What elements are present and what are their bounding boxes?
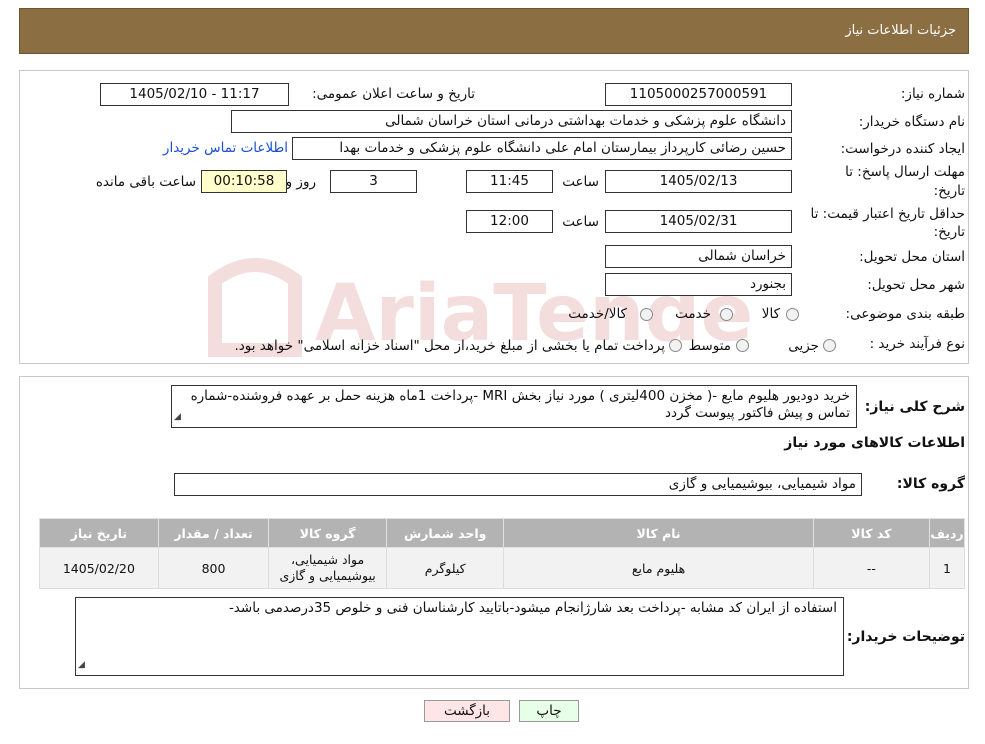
buyer-notes-textarea[interactable]: استفاده از ایران کد مشابه -پرداخت بعد شا…	[75, 597, 844, 676]
validity-label: حداقل تاریخ اعتبار قیمت: تا	[810, 206, 965, 222]
reply-time-field: 11:45	[466, 170, 553, 193]
resize-grip-icon[interactable]: ◢	[174, 409, 181, 426]
reply-time-label: ساعت	[562, 174, 599, 190]
category-radio-service[interactable]	[720, 308, 733, 321]
province-label: استان محل تحویل:	[859, 249, 965, 265]
item-group-label: گروه کالا:	[896, 476, 965, 492]
cell-item-group: مواد شیمیایی، بیوشیمیایی و گازی	[268, 547, 387, 589]
description-textarea[interactable]: خرید دودیور هلیوم مایع -( مخزن 400لیتری …	[171, 385, 857, 428]
validity-time-field: 12:00	[466, 210, 553, 233]
remaining-time-field: 00:10:58	[201, 170, 287, 193]
purchase-radio-treasury[interactable]	[669, 339, 682, 352]
cell-item-name: هلیوم مایع	[503, 547, 814, 589]
item-group-field: مواد شیمیایی، بیوشیمیایی و گازی	[174, 473, 862, 496]
category-option-goods-service: کالا/خدمت	[568, 306, 627, 322]
purchase-type-label: نوع فرآیند خرید :	[869, 336, 965, 352]
header-item-code: کد کالا	[812, 518, 931, 548]
table-header-row: ردیف کد کالا نام کالا واحد شمارش گروه کا…	[39, 518, 965, 548]
cell-need-date: 1405/02/20	[39, 547, 159, 589]
category-radio-goods[interactable]	[786, 308, 799, 321]
cell-item-code: --	[812, 547, 931, 589]
purchase-radio-medium[interactable]	[736, 339, 749, 352]
reply-deadline-label-2: تاریخ:	[933, 183, 965, 199]
validity-date-field: 1405/02/31	[605, 210, 792, 233]
buyer-notes-text: استفاده از ایران کد مشابه -پرداخت بعد شا…	[228, 600, 837, 616]
province-field: خراسان شمالی	[605, 245, 792, 268]
days-label: روز و	[285, 174, 316, 190]
buyer-org-field: دانشگاه علوم پزشکی و خدمات بهداشتی درمان…	[231, 110, 792, 133]
header-unit: واحد شمارش	[385, 518, 505, 548]
remaining-label: ساعت باقی مانده	[95, 174, 196, 190]
category-option-goods: کالا	[761, 306, 780, 322]
announce-datetime-field: 1405/02/10 - 11:17	[100, 83, 289, 106]
category-radio-goods-service[interactable]	[640, 308, 653, 321]
validity-label-2: تاریخ:	[933, 224, 965, 240]
purchase-option-medium: متوسط	[688, 338, 731, 354]
cell-unit: کیلوگرم	[385, 547, 505, 589]
category-label: طبقه بندی موضوعی:	[845, 306, 965, 322]
buyer-org-label: نام دستگاه خریدار:	[858, 114, 965, 130]
cell-row-number: 1	[929, 547, 965, 589]
header-item-name: نام کالا	[503, 518, 814, 548]
table-row: 1 -- هلیوم مایع کیلوگرم مواد شیمیایی، بی…	[39, 547, 965, 589]
header-item-group: گروه کالا	[268, 518, 387, 548]
creator-label: ایجاد کننده درخواست:	[840, 141, 965, 157]
items-section-title: اطلاعات کالاهای مورد نیاز	[784, 435, 965, 451]
need-number-field: 1105000257000591	[605, 83, 792, 106]
description-text: خرید دودیور هلیوم مایع -( مخزن 400لیتری …	[190, 388, 850, 421]
header-need-date: تاریخ نیاز	[39, 518, 159, 548]
buyer-contact-link[interactable]: اطلاعات تماس خریدار	[163, 140, 288, 156]
days-field: 3	[330, 170, 417, 193]
header-quantity: تعداد / مقدار	[157, 518, 270, 548]
header-row-number: ردیف	[929, 518, 965, 548]
need-number-label: شماره نیاز:	[900, 86, 965, 102]
category-option-service: خدمت	[675, 306, 711, 322]
purchase-note: پرداخت تمام یا بخشی از مبلغ خرید،از محل …	[234, 338, 665, 354]
creator-field: حسین رضائی کارپرداز بیمارستان امام علی د…	[292, 137, 792, 160]
reply-deadline-label: مهلت ارسال پاسخ: تا	[845, 164, 965, 180]
page-header: جزئیات اطلاعات نیاز	[19, 8, 969, 54]
print-button[interactable]: چاپ	[519, 700, 579, 722]
items-table: ردیف کد کالا نام کالا واحد شمارش گروه کا…	[39, 518, 965, 589]
purchase-option-minor: جزیی	[788, 338, 819, 354]
description-label: شرح کلی نیاز:	[864, 399, 965, 415]
cell-quantity: 800	[157, 547, 270, 589]
buyer-notes-label: توضیحات خریدار:	[846, 629, 965, 645]
back-button[interactable]: بازگشت	[424, 700, 510, 722]
city-label: شهر محل تحویل:	[867, 277, 965, 293]
purchase-radio-minor[interactable]	[823, 339, 836, 352]
city-field: بجنورد	[605, 273, 792, 296]
announce-label: تاریخ و ساعت اعلان عمومی:	[312, 86, 475, 102]
resize-grip-icon[interactable]: ◢	[78, 657, 85, 674]
reply-date-field: 1405/02/13	[605, 170, 792, 193]
validity-time-label: ساعت	[562, 214, 599, 230]
